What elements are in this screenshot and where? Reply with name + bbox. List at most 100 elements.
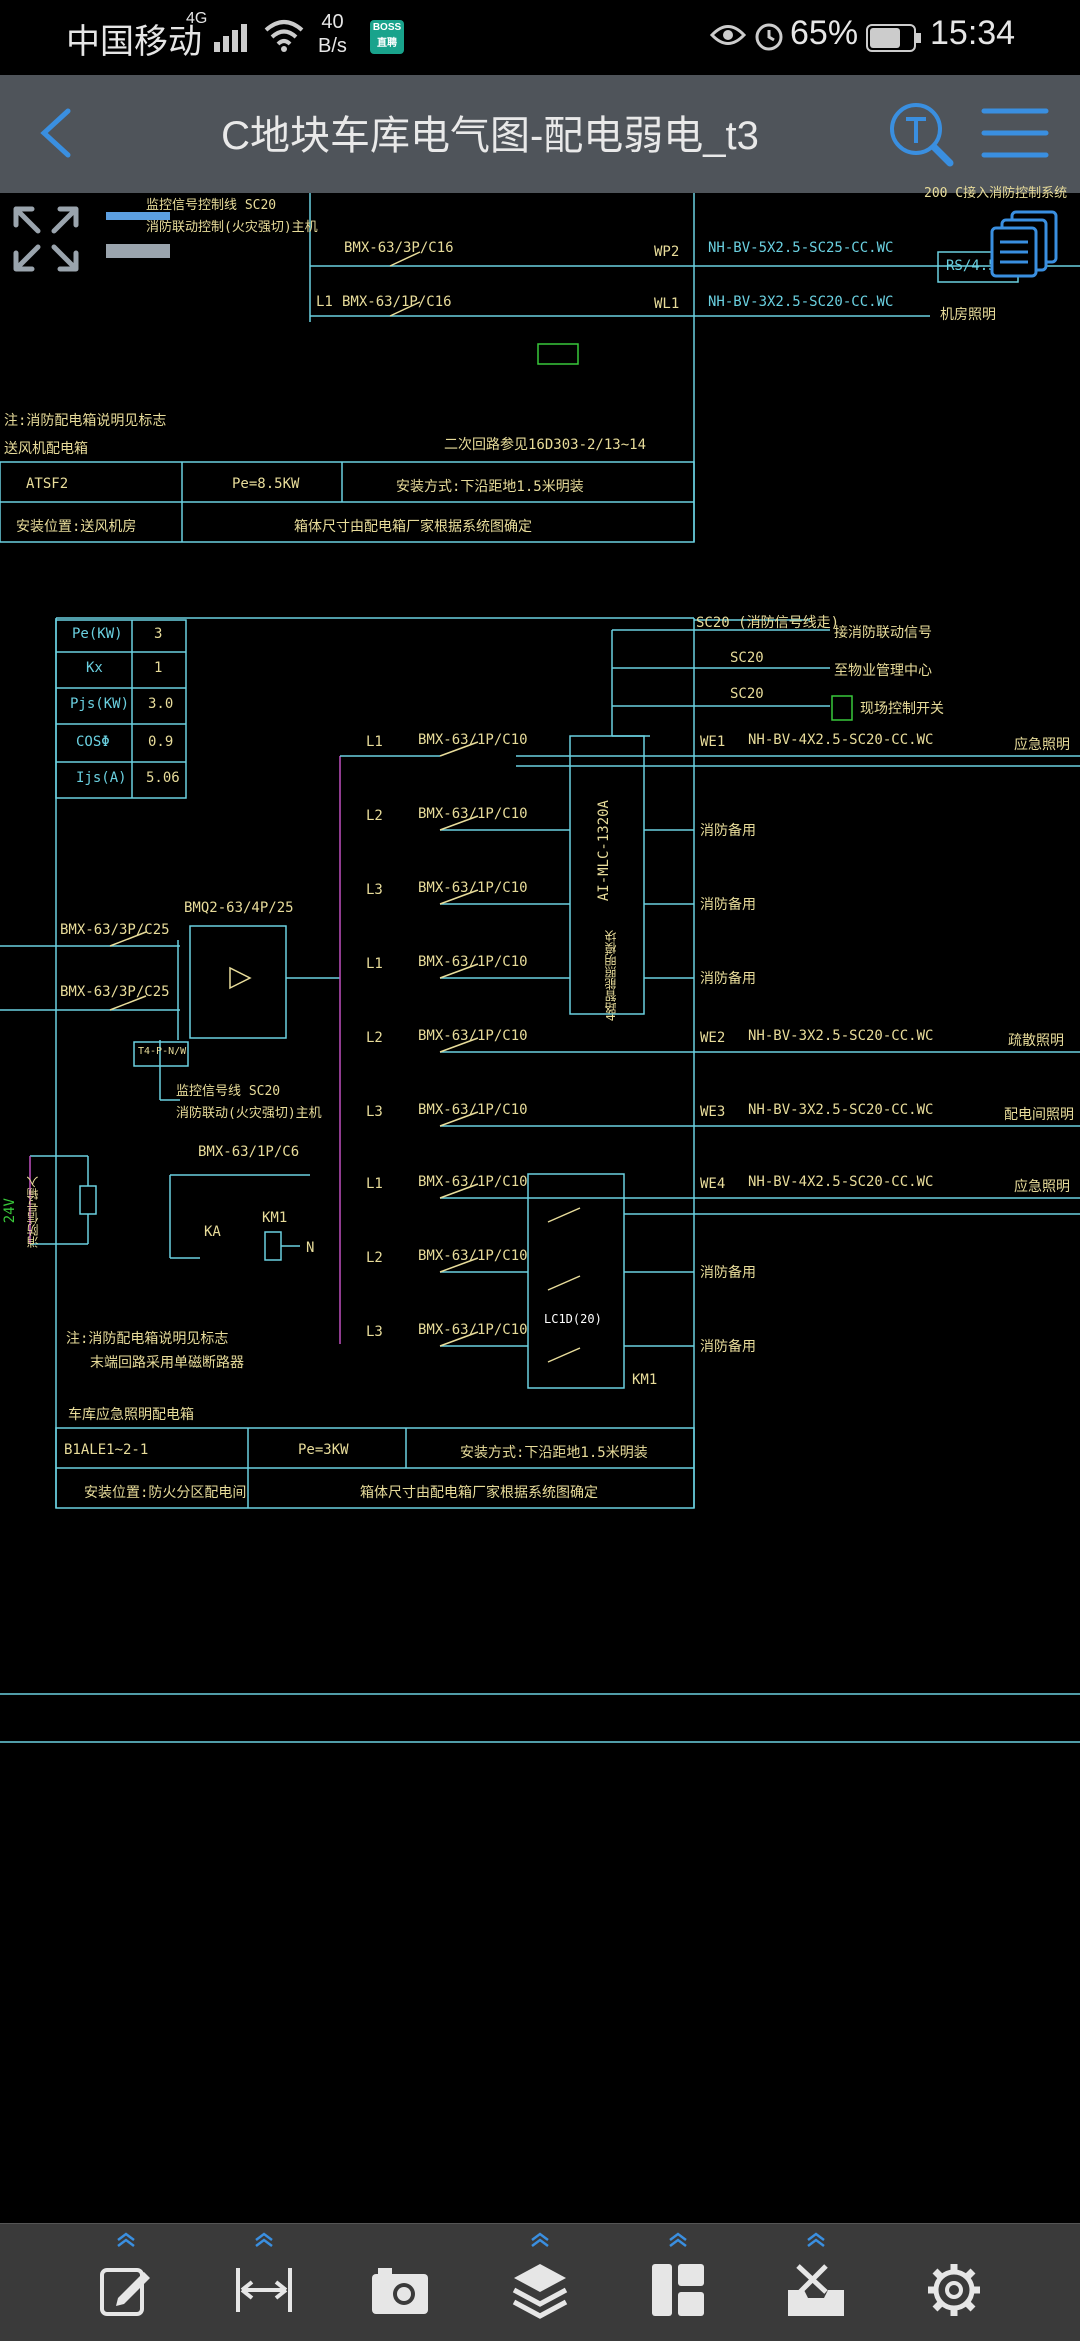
circuit-breaker: BMX-63/1P/C10 [418,1322,528,1338]
chevron-up-icon [531,2232,549,2247]
cut-text-top-right: 200 C接入消防控制系统 [924,186,1068,201]
signal-fire-link: 接消防联动信号 [834,625,932,641]
circuit-load: 配电间照明 [1004,1107,1074,1123]
circuit-code: WE4 [700,1176,726,1192]
circuit2-breaker: BMX-63/1P/C16 [342,294,452,310]
circuit2-cable: NH-BV-3X2.5-SC20-CC.WC [708,294,894,310]
load-key-ijs: Ijs(A) [76,770,127,786]
bottom-toolbar [0,2223,1080,2341]
edit-tool[interactable] [88,2232,164,2334]
circuit-cable: NH-BV-3X2.5-SC20-CC.WC [748,1028,934,1044]
circuit-phase: L1 [366,1176,383,1192]
circuit-load: 消防备用 [700,1339,756,1355]
top-note-2: 送风机配电箱 [4,441,88,457]
cad-text-layer: 监控信号控制线 SC20 消防联动控制(火灾强切)主机 200 C接入消防控制系… [0,0,1080,2223]
load-val-cos: 0.9 [148,734,174,750]
ats-label: T4-P-N/W [138,1046,187,1057]
n-label: N [306,1240,315,1256]
circuit-breaker: BMX-63/1P/C10 [418,880,528,896]
circuit-load: 应急照明 [1014,737,1070,753]
top-panel-location: 安装位置:送风机房 [16,519,137,535]
settings-tool[interactable] [916,2232,992,2334]
top-panel-name: ATSF2 [26,476,69,492]
expand-icon[interactable] [12,205,80,273]
load-val-kx: 1 [154,660,163,676]
top-panel-note: 箱体尺寸由配电箱厂家根据系统图确定 [294,519,532,535]
circuit-phase: L3 [366,1324,383,1340]
circuit-breaker: BMX-63/1P/C10 [418,1028,528,1044]
circuit-load: 消防备用 [700,897,756,913]
circuit-breaker: BMX-63/1P/C10 [418,1102,528,1118]
circuit-load: 应急照明 [1014,1179,1070,1195]
circuit1-code: WP2 [654,244,680,260]
signal-note-1: 监控信号线 SC20 [176,1084,281,1099]
toolbox-tool[interactable] [778,2232,854,2334]
load-val-ijs: 5.06 [146,770,180,786]
top-panel-power: Pe=8.5KW [232,476,300,492]
cut-text-2: 消防联动控制(火灾强切)主机 [146,220,318,235]
chevron-up-icon [255,2232,273,2247]
circuit-breaker: BMX-63/1P/C10 [418,732,528,748]
load-key-kx: Kx [86,660,103,676]
top-note-1: 注:消防配电箱说明见标志 [4,413,167,429]
circuit-cable: NH-BV-4X2.5-SC20-CC.WC [748,1174,934,1190]
bottom-panel-location: 安装位置:防火分区配电间 [84,1485,247,1501]
circuit-phase: L3 [366,882,383,898]
circuit2-load: 机房照明 [940,307,996,323]
circuit-phase: L2 [366,1250,383,1266]
signal-sc20-2: SC20 [730,650,764,666]
circuit-load: 疏散照明 [1008,1033,1064,1049]
circuit-breaker: BMX-63/1P/C10 [418,1174,528,1190]
circuit-phase: L3 [366,1104,383,1120]
circuit-cable: NH-BV-3X2.5-SC20-CC.WC [748,1102,934,1118]
circuit2-phase: L1 [316,294,333,310]
top-ref: 二次回路参见16D303-2/13~14 [444,437,647,453]
load-key-pjs: Pjs(KW) [70,696,130,712]
v24-label: 24V [2,1198,18,1224]
chevron-up-icon [117,2232,135,2247]
bars-icon[interactable] [106,210,170,260]
load-key-pe: Pe(KW) [72,626,123,642]
edit-icon [100,2268,150,2316]
bottom-panel-name: B1ALE1~2-1 [64,1442,149,1458]
layout-icon [652,2264,704,2316]
circuit-breaker: BMX-63/1P/C10 [418,954,528,970]
circuit-code: WE2 [700,1030,726,1046]
ka-label: KA [204,1224,221,1240]
circuit-breaker: BMX-63/1P/C10 [418,1248,528,1264]
circuit1-breaker: BMX-63/3P/C16 [344,240,454,256]
contactor-km: KM1 [632,1372,658,1388]
circuit-load: 消防备用 [700,823,756,839]
measure-icon [236,2268,292,2312]
circuit-load: 消防备用 [700,971,756,987]
camera-tool[interactable] [362,2232,438,2334]
circuit-code: WE3 [700,1104,726,1120]
layout-tool[interactable] [640,2232,716,2334]
signal-local-switch: 现场控制开关 [860,701,944,717]
layers-list-icon[interactable] [990,208,1060,278]
camera-icon [372,2268,428,2314]
gear-icon [928,2264,980,2316]
input-breaker-1: BMX-63/3P/C25 [60,922,170,938]
module-name: AI-MLC-1320A [596,800,612,902]
load-val-pjs: 3.0 [148,696,174,712]
km-label: KM1 [262,1210,288,1226]
circuit1-cable: NH-BV-5X2.5-SC25-CC.WC [708,240,894,256]
control-breaker: BMX-63/1P/C6 [198,1144,300,1160]
input-breaker-2: BMX-63/3P/C25 [60,984,170,1000]
chevron-up-icon [807,2232,825,2247]
signal-fire-center: 至物业管理中心 [834,663,932,679]
bottom-note-2: 末端回路采用单磁断路器 [90,1355,244,1371]
layers-tool[interactable] [502,2232,578,2334]
bottom-panel-note: 箱体尺寸由配电箱厂家根据系统图确定 [360,1485,598,1501]
chevron-up-icon [669,2232,687,2247]
ats-switch: BMQ2-63/4P/25 [184,900,294,916]
toolbox-icon [788,2264,844,2316]
load-val-pe: 3 [154,626,163,642]
circuit-cable: NH-BV-4X2.5-SC20-CC.WC [748,732,934,748]
signal-note-2: 消防联动(火灾强切)主机 [176,1106,322,1121]
measure-tool[interactable] [226,2232,302,2334]
layers-icon [512,2264,568,2319]
signal-sc20-3: SC20 [730,686,764,702]
circuit-phase: L1 [366,734,383,750]
